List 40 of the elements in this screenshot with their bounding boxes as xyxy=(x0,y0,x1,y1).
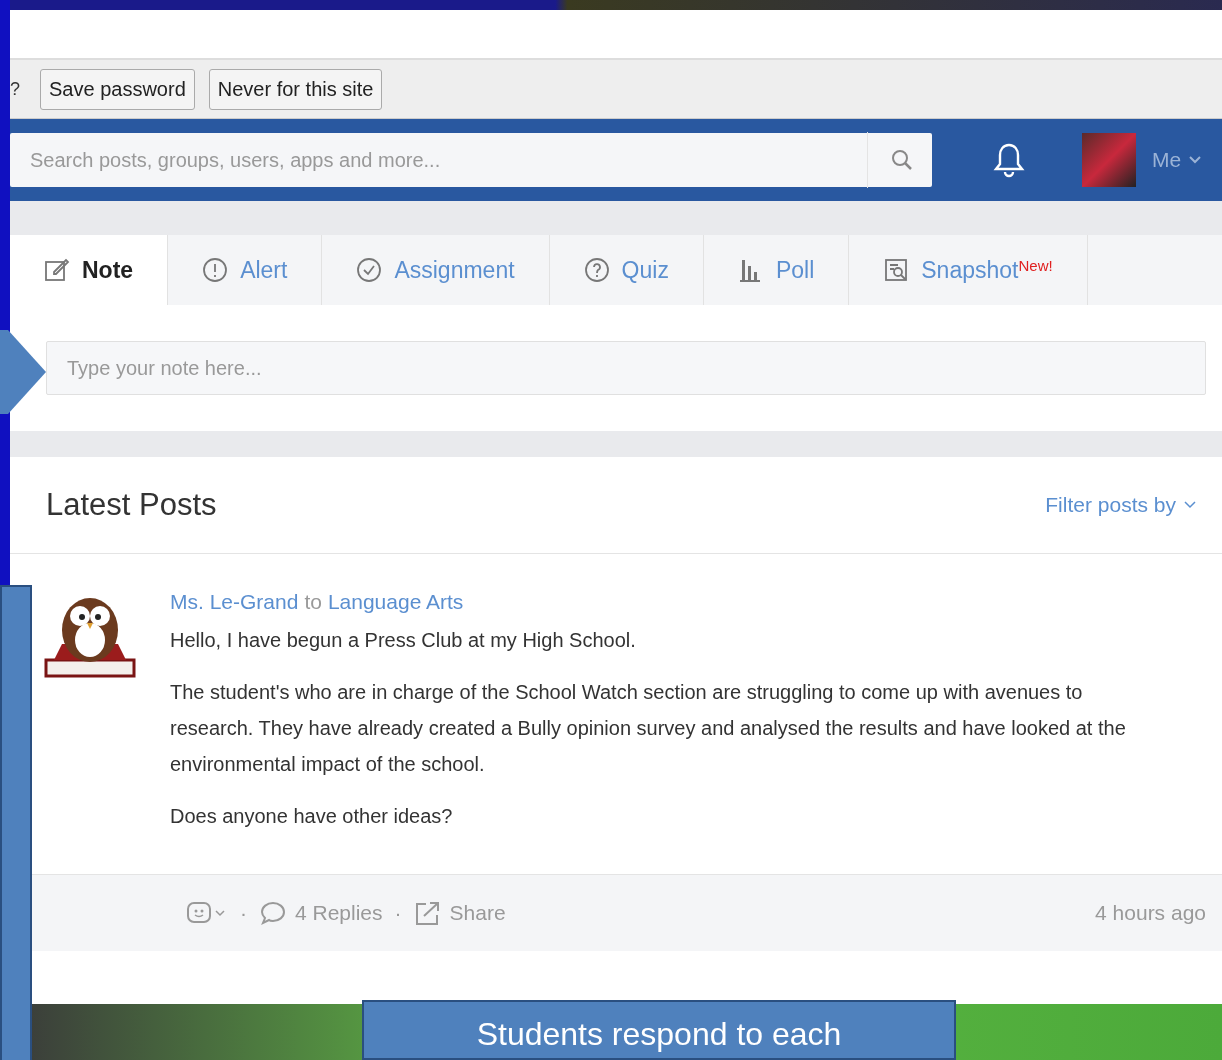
chevron-icon[interactable] xyxy=(1189,156,1202,164)
edit-icon xyxy=(44,257,70,283)
password-prompt: ? xyxy=(10,78,20,100)
share-link[interactable]: Share xyxy=(449,901,506,925)
composer-tab[interactable]: Quiz xyxy=(549,235,704,305)
callout-text: Students respond to each xyxy=(362,1000,956,1060)
post-paragraph: Does anyone have other ideas? xyxy=(170,804,454,829)
author-link[interactable]: Ms. Le-Grand xyxy=(170,590,299,614)
separator-dot: · xyxy=(394,901,402,925)
composer-tab[interactable]: Alert xyxy=(168,235,323,305)
chevron-icon[interactable] xyxy=(1184,501,1196,509)
check-circle-icon xyxy=(356,257,383,283)
avatar-photo[interactable] xyxy=(1082,133,1136,187)
composer-tab[interactable]: Assignment xyxy=(322,235,550,305)
composer-tab[interactable]: Poll xyxy=(703,235,850,305)
password-button[interactable]: Never for this site xyxy=(208,68,383,110)
search-icon[interactable] xyxy=(890,148,914,172)
new-label: New! xyxy=(1018,257,1053,274)
composer-tab[interactable]: Snapshot$^{New!}$ xyxy=(849,235,1088,305)
group-link[interactable]: Language Arts xyxy=(327,590,464,614)
comment-icon[interactable] xyxy=(259,900,287,926)
share-icon[interactable] xyxy=(413,900,442,926)
separator-dot: · xyxy=(240,901,247,925)
filter-dropdown[interactable]: Filter posts by xyxy=(1045,493,1176,517)
post-connector: to xyxy=(304,590,322,614)
post-paragraph: Hello, I have begun a Press Club at my High School. xyxy=(170,628,637,653)
alert-icon xyxy=(202,257,229,283)
feed-title: Latest Posts xyxy=(46,487,217,523)
post-time: 4 hours ago xyxy=(1095,901,1206,925)
bell-icon[interactable] xyxy=(992,142,1026,178)
document-search-icon xyxy=(883,257,910,283)
password-button[interactable]: Save password xyxy=(40,68,195,110)
replies-link[interactable]: 4 Replies xyxy=(295,901,383,925)
post-paragraph: The student's who are in charge of the School Watch section are struggling to come up with avenues to research. They have already created a Bully opinion survey and analysed the results and have looked at the environmental impact of the school. xyxy=(170,680,1127,777)
user-menu[interactable]: Me xyxy=(1152,148,1182,172)
search-field[interactable]: Search posts, groups, users, apps and more... xyxy=(10,133,932,187)
composer-tab[interactable]: Note xyxy=(10,235,169,305)
reaction-icon[interactable] xyxy=(186,900,228,926)
note-input[interactable]: Type your note here... xyxy=(46,341,1206,395)
question-icon xyxy=(583,257,610,283)
